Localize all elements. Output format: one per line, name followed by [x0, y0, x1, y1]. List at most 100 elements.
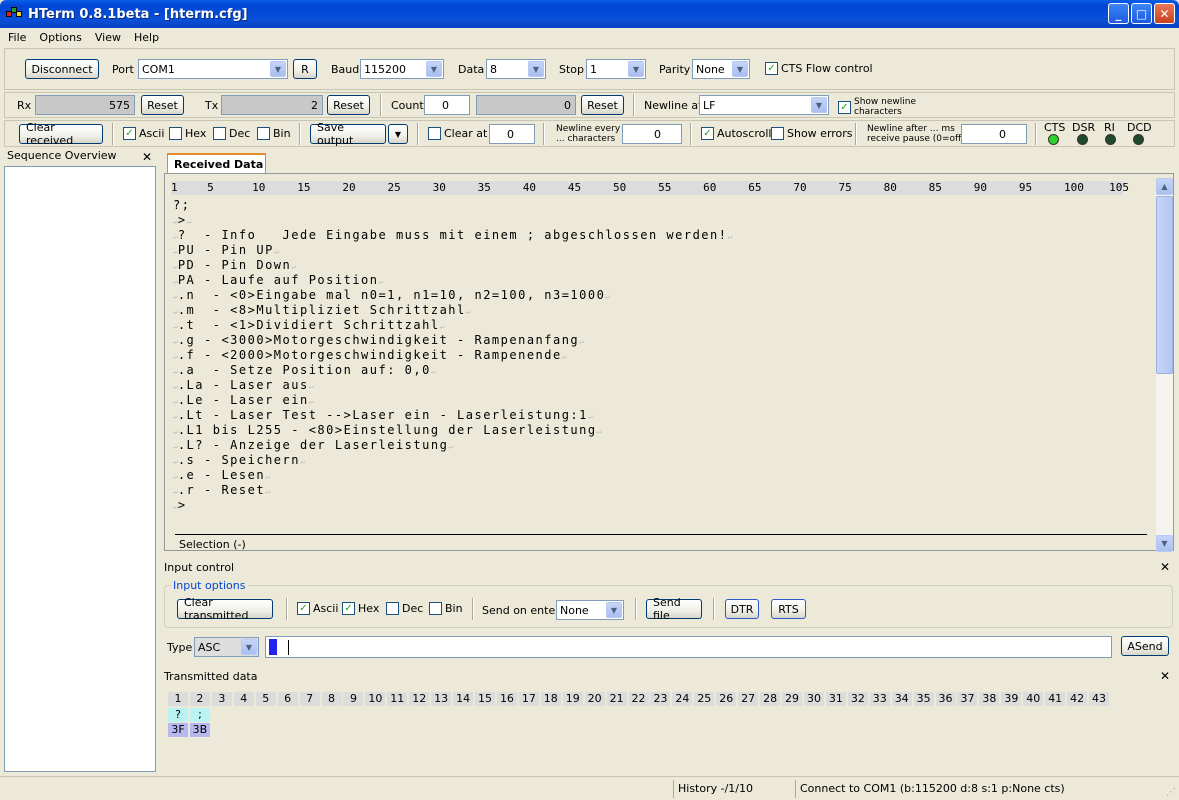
save-output-menu-button[interactable]: ▼	[388, 124, 408, 144]
port-select[interactable]: COM1 ▼	[138, 59, 288, 79]
ruler-tick: 100	[1063, 181, 1084, 194]
type-select[interactable]: ASC ▼	[194, 637, 259, 657]
menu-help[interactable]: Help	[126, 31, 164, 44]
autoscroll-label: Autoscroll	[717, 127, 772, 140]
send-on-enter-select[interactable]: None ▼	[556, 600, 624, 620]
input-ascii-checkbox[interactable]: ✓ Ascii	[297, 602, 338, 615]
parity-select[interactable]: None ▼	[692, 59, 750, 79]
tx-ascii-cell: ;	[189, 708, 210, 722]
divider	[633, 94, 635, 116]
ruler-tick: 105	[1109, 181, 1129, 194]
scroll-down-icon[interactable]: ▼	[1156, 535, 1173, 552]
newline-at-select[interactable]: LF ▼	[699, 95, 829, 115]
transmitted-data-header: Transmitted data ✕	[161, 668, 1176, 686]
show-errors-checkbox[interactable]: Show errors	[771, 127, 853, 140]
asend-button[interactable]: ASend	[1121, 636, 1169, 656]
save-output-button[interactable]: Save output	[310, 121, 386, 147]
clear-received-button[interactable]: Clear received	[19, 121, 103, 147]
checkmark-icon: ✓	[838, 100, 851, 114]
baud-select[interactable]: 115200 ▼	[360, 59, 444, 79]
input-control-header: Input control ✕	[161, 559, 1176, 577]
send-file-button[interactable]: Send file	[646, 596, 702, 622]
chevron-down-icon: ▼	[426, 61, 442, 77]
clear-at-checkbox[interactable]: Clear at	[428, 127, 487, 140]
received-line-text: >	[177, 498, 187, 512]
newline-after-label-line2: receive pause (0=off)	[867, 134, 965, 144]
newline-marker-icon: ↵	[308, 397, 314, 406]
cts-flow-control-checkbox[interactable]: ✓ CTS Flow control	[765, 62, 873, 75]
data-bits-value: 8	[490, 62, 497, 76]
newline-after-label: Newline after ... ms receive pause (0=off…	[867, 124, 965, 144]
tx-ascii-cell: ?	[168, 708, 188, 722]
resize-grip-icon[interactable]: ⋰	[1166, 787, 1176, 798]
scroll-up-icon[interactable]: ▲	[1156, 178, 1173, 195]
ruler-tick: 43	[1089, 692, 1110, 706]
sequence-overview-list[interactable]	[4, 166, 156, 772]
tab-received-data[interactable]: Received Data	[167, 153, 266, 173]
vertical-scrollbar[interactable]: ▲ ▼	[1156, 178, 1173, 552]
clear-at-stepper[interactable]: 0	[489, 124, 535, 144]
send-input-field[interactable]	[265, 636, 1112, 658]
scrollbar-thumb[interactable]	[1156, 196, 1173, 374]
newline-after-stepper[interactable]: 0	[961, 124, 1027, 144]
close-icon[interactable]: ✕	[142, 150, 152, 164]
ruler-tick: 45	[567, 181, 582, 194]
ruler-tick: 55	[658, 181, 672, 194]
newline-marker-icon: ↵	[727, 232, 733, 241]
divider	[1035, 123, 1037, 145]
transmitted-data-view[interactable]: 1 2 3 4 5 6 7 8 9 10 11 12 13 14 15 16 17 18 19 20 21 22 23 24 2…	[164, 686, 1174, 772]
ruler-tick: 65	[748, 181, 762, 194]
received-line: ↵.a - Setze Position auf: 0,0↵	[173, 363, 732, 378]
send-on-enter-label: Send on enter	[482, 604, 560, 617]
rescan-ports-button[interactable]: R	[293, 59, 317, 79]
show-newline-checkbox[interactable]: ✓ Show newline characters	[838, 97, 916, 117]
disconnect-button[interactable]: Disconnect	[25, 59, 99, 79]
rts-button[interactable]: RTS	[771, 599, 806, 619]
ruler-tick: 4	[233, 692, 254, 706]
count-stepper[interactable]: 0	[424, 95, 470, 115]
checkbox-empty-icon	[428, 127, 441, 140]
ruler-tick: 15	[475, 692, 496, 706]
dec-checkbox[interactable]: Dec	[213, 127, 250, 140]
minimize-button[interactable]: _	[1108, 3, 1129, 24]
received-data-view[interactable]: 1 5 10 15 20 25 30 35 40 45 50 55 60 65 70 75 80 85 90 95 10…	[164, 173, 1174, 552]
close-icon[interactable]: ✕	[1160, 669, 1170, 683]
newline-marker-icon: ↵	[308, 382, 314, 391]
tx-reset-button[interactable]: Reset	[327, 95, 370, 115]
divider	[635, 598, 637, 620]
received-line-text: .n - <0>Eingabe mal n0=1, n1=10, n2=100,…	[177, 288, 606, 302]
newline-every-stepper[interactable]: 0	[622, 124, 682, 144]
input-bin-checkbox[interactable]: Bin	[429, 602, 463, 615]
close-button[interactable]: ✕	[1154, 3, 1175, 24]
newline-after-label-line1: Newline after ... ms	[867, 124, 955, 134]
dtr-button[interactable]: DTR	[725, 599, 759, 619]
newline-marker-icon: ↵	[430, 367, 436, 376]
menu-options[interactable]: Options	[31, 31, 86, 44]
hex-label: Hex	[185, 127, 207, 140]
divider	[713, 598, 715, 620]
ascii-checkbox[interactable]: ✓ Ascii	[123, 127, 164, 140]
hex-checkbox[interactable]: Hex	[169, 127, 206, 140]
maximize-button[interactable]: □	[1131, 3, 1152, 24]
title-bar[interactable]: HTerm 0.8.1beta - [hterm.cfg] _ □ ✕	[0, 0, 1179, 28]
count-display: 0	[476, 95, 576, 115]
clear-transmitted-button[interactable]: Clear transmitted	[177, 596, 273, 622]
input-hex-checkbox[interactable]: ✓ Hex	[342, 602, 379, 615]
menu-view[interactable]: View	[87, 31, 126, 44]
count-reset-button[interactable]: Reset	[581, 95, 624, 115]
ruler-tick: 70	[793, 181, 807, 194]
data-bits-select[interactable]: 8 ▼	[486, 59, 546, 79]
sequence-overview-header: Sequence Overview ✕	[4, 149, 156, 166]
checkmark-icon: ✓	[701, 127, 714, 140]
autoscroll-checkbox[interactable]: ✓ Autoscroll	[701, 127, 771, 140]
input-options-legend: Input options	[171, 579, 248, 592]
received-line: ↵.m - <8>Multipliziet Schrittzahl↵	[173, 303, 732, 318]
menu-file[interactable]: File	[0, 31, 31, 44]
checkmark-icon: ✓	[342, 602, 355, 615]
bin-checkbox[interactable]: Bin	[257, 127, 291, 140]
stop-bits-select[interactable]: 1 ▼	[586, 59, 646, 79]
close-icon[interactable]: ✕	[1160, 560, 1170, 574]
ruler-tick: 9	[343, 692, 364, 706]
rx-reset-button[interactable]: Reset	[141, 95, 184, 115]
input-dec-checkbox[interactable]: Dec	[386, 602, 423, 615]
